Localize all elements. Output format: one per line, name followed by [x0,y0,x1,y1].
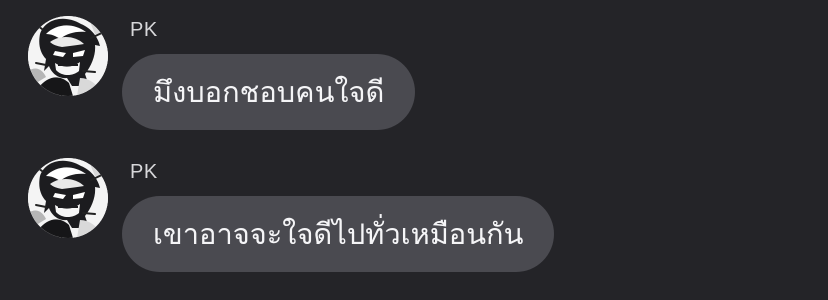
avatar[interactable] [28,158,108,238]
sender-name: PK [130,161,158,183]
message-bubble[interactable]: มึงบอกชอบคนใจดี [122,54,416,130]
sender-name: PK [130,19,158,41]
message-group: PK เขาอาจจะใจดีไปทั่วเหมือนกัน [0,152,828,287]
character-avatar-icon [28,158,108,238]
message-group: PK มึงบอกชอบคนใจดี [0,10,828,145]
avatar[interactable] [28,16,108,96]
character-avatar-icon [28,16,108,96]
message-bubble[interactable]: เขาอาจจะใจดีไปทั่วเหมือนกัน [122,196,555,272]
